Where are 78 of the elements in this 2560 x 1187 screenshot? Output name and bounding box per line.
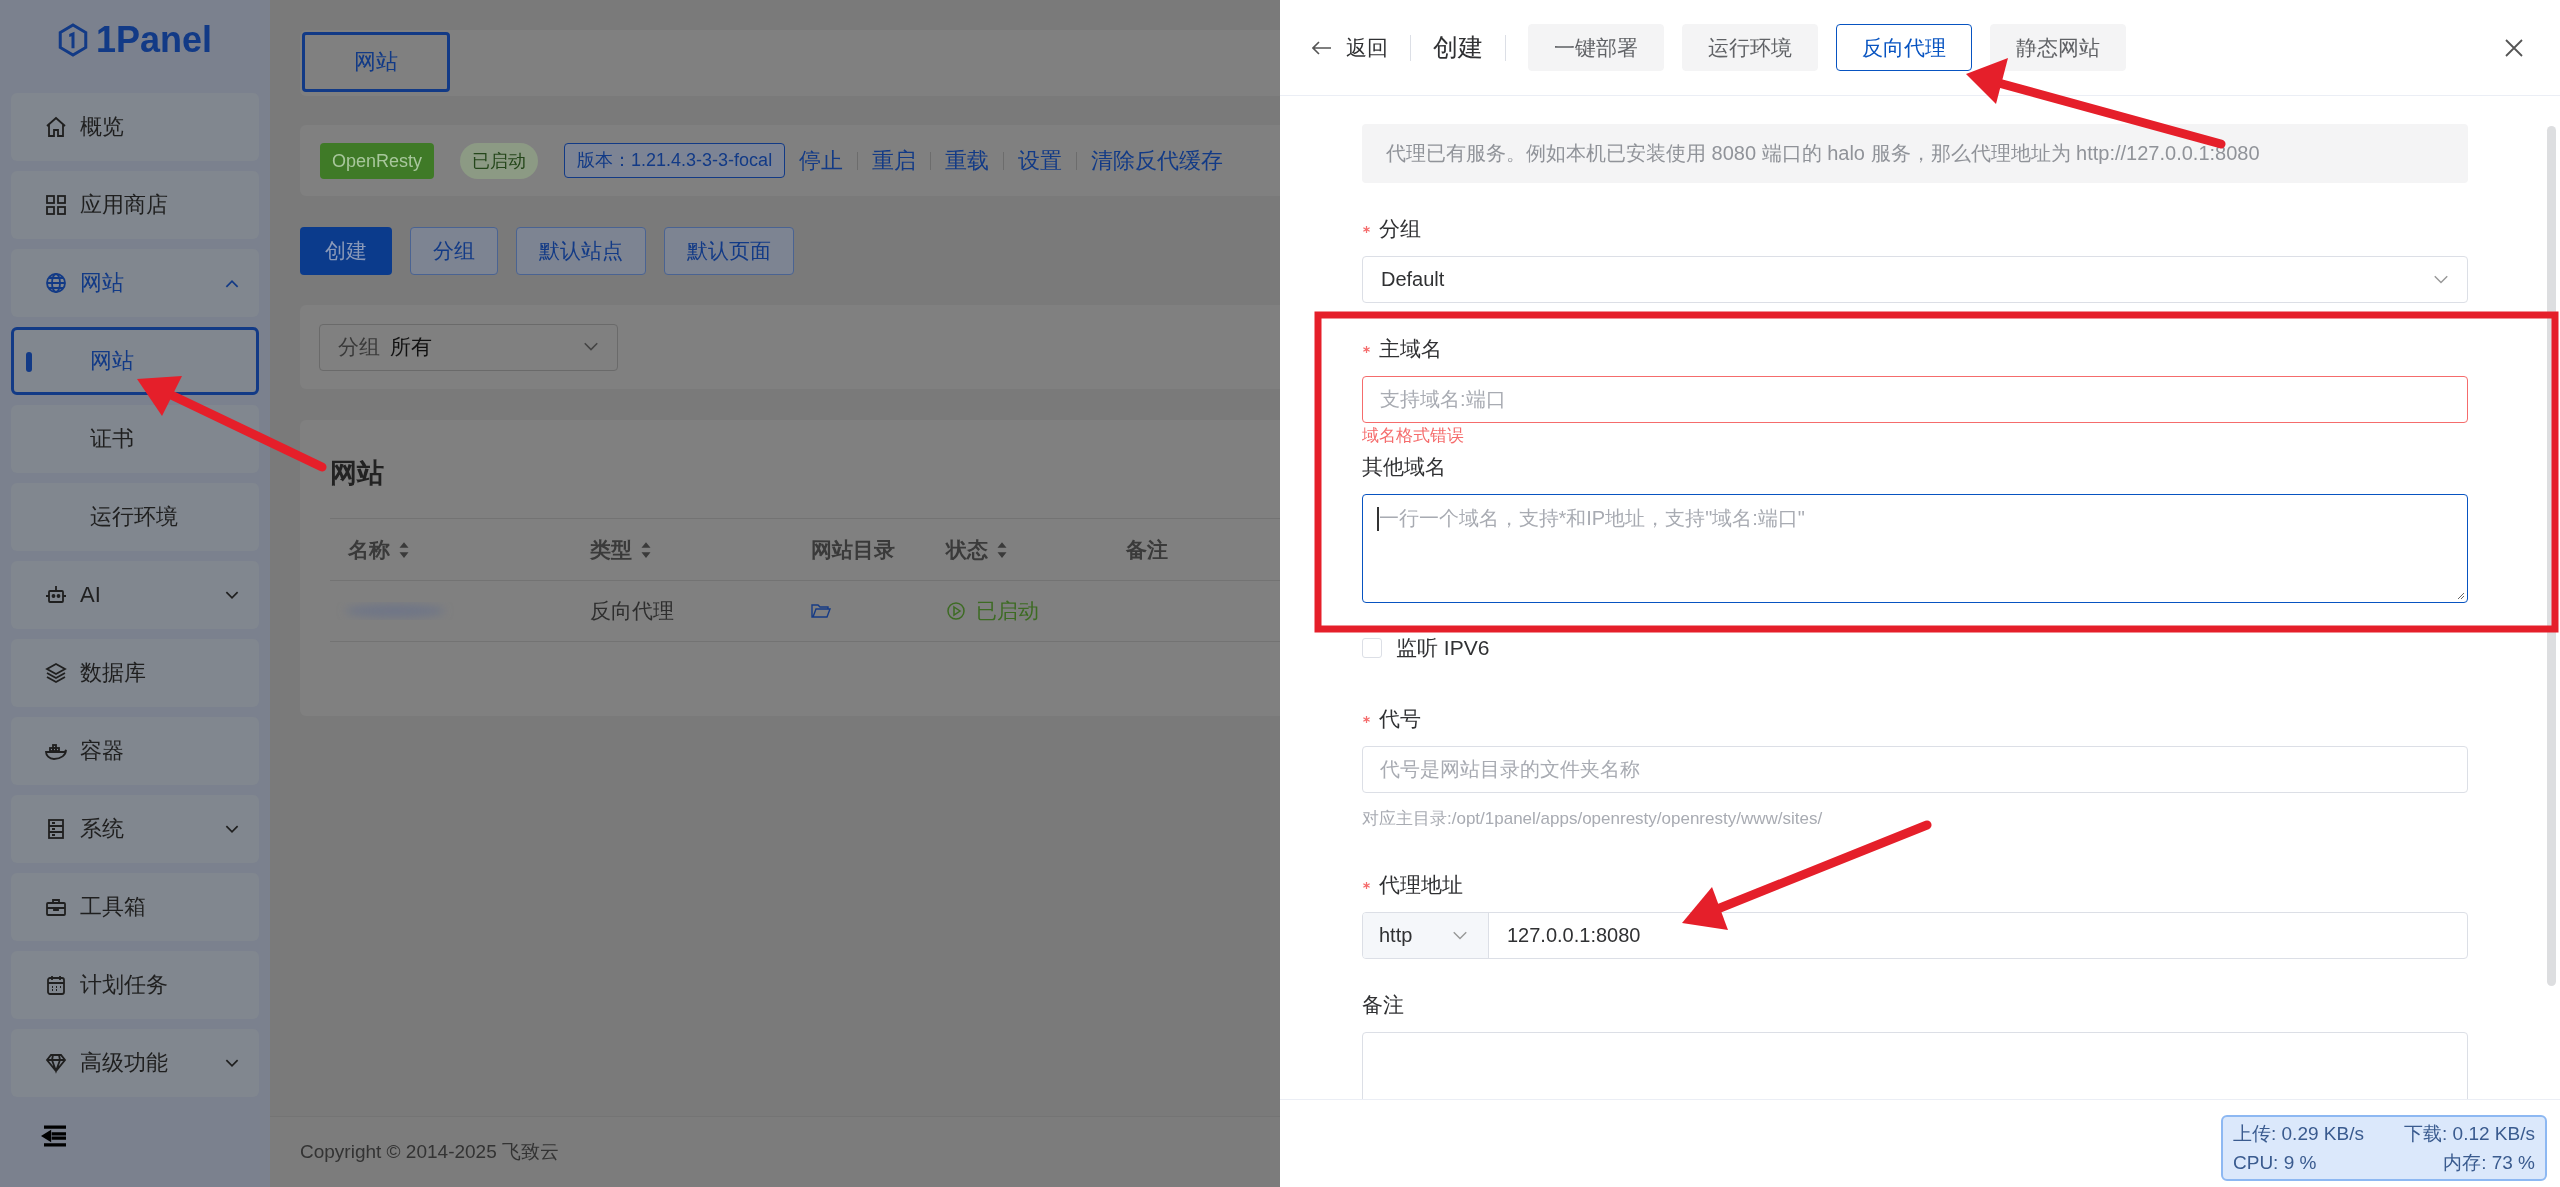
chevron-icon bbox=[2433, 274, 2449, 285]
cpu-usage: CPU: 9 % bbox=[2233, 1151, 2318, 1175]
info-alert: 代理已有服务。例如本机已安装使用 8080 端口的 halo 服务，那么代理地址为 http://127.0.0.1:8080 bbox=[1362, 124, 2468, 183]
sidebar-subitem[interactable]: 证书 bbox=[11, 405, 259, 473]
copyright-text: Copyright © 2014-2025 飞致云 bbox=[300, 1140, 559, 1164]
sidebar-item[interactable]: 工具箱 bbox=[11, 873, 259, 941]
sidebar-item[interactable]: 容器 bbox=[11, 717, 259, 785]
toolbar-button[interactable]: 分组 bbox=[410, 227, 498, 275]
group-select[interactable]: 分组 所有 bbox=[319, 323, 618, 371]
column-header[interactable]: 网站目录 bbox=[793, 519, 928, 580]
status-label: 已启动 bbox=[928, 581, 1108, 641]
proxy-address-field[interactable]: http 127.0.0.1:8080 bbox=[1362, 912, 2468, 959]
create-button[interactable]: 创建 bbox=[300, 227, 392, 275]
sidebar-item[interactable]: 网站 bbox=[11, 249, 259, 317]
home-icon bbox=[44, 115, 68, 139]
column-header[interactable]: 备注 bbox=[1108, 519, 1280, 580]
select-field[interactable]: Default bbox=[1362, 256, 2468, 303]
section-title: 网站 bbox=[330, 457, 385, 490]
chevron-icon bbox=[1452, 930, 1468, 941]
column-header[interactable]: 状态 bbox=[928, 519, 1108, 580]
logo-text: 1Panel bbox=[95, 19, 213, 61]
action-link[interactable]: 设置 bbox=[1018, 145, 1063, 176]
status-tag: 已启动 bbox=[460, 142, 539, 179]
calendar-icon bbox=[44, 973, 68, 997]
drawer-title: 创建 bbox=[1433, 32, 1483, 63]
sidebar-item[interactable]: 数据库 bbox=[11, 639, 259, 707]
play-icon bbox=[946, 601, 966, 621]
type-tab[interactable]: 运行环境 bbox=[1682, 24, 1818, 71]
app-tag: OpenResty bbox=[320, 142, 435, 179]
sort-icon bbox=[640, 540, 652, 559]
toolbar-button[interactable]: 默认站点 bbox=[516, 227, 646, 275]
diamond-icon bbox=[44, 1051, 68, 1075]
sidebar-item[interactable]: 应用商店 bbox=[11, 171, 259, 239]
action-link[interactable]: 停止 bbox=[799, 145, 844, 176]
input-field[interactable]: 支持域名:端口 bbox=[1362, 376, 2468, 423]
action-link[interactable]: 重载 bbox=[945, 145, 990, 176]
globe-icon bbox=[44, 271, 68, 295]
close-icon[interactable] bbox=[2504, 37, 2524, 58]
sidebar-item[interactable]: 高级功能 bbox=[11, 1029, 259, 1097]
type-tab[interactable]: 静态网站 bbox=[1990, 24, 2126, 71]
grid-icon bbox=[44, 193, 68, 217]
checkbox[interactable] bbox=[1362, 638, 1382, 658]
sidebar-item[interactable]: AI bbox=[11, 561, 259, 629]
download-speed: 下载: 0.12 KB/s bbox=[2404, 1122, 2535, 1146]
version-tag: 版本：1.21.4.3-3-3-focal bbox=[564, 143, 786, 178]
action-link[interactable]: 重启 bbox=[872, 145, 917, 176]
hint-text: 对应主目录:/opt/1panel/apps/openresty/openresty/www/sites/ bbox=[1362, 808, 1824, 830]
back-button[interactable]: 返回 bbox=[1312, 33, 1388, 62]
column-header[interactable]: 名称 bbox=[330, 519, 572, 580]
resize-grip-icon bbox=[2455, 590, 2465, 600]
sidebar-subitem[interactable]: 运行环境 bbox=[11, 483, 259, 551]
sort-icon bbox=[398, 540, 410, 559]
folder-icon[interactable] bbox=[811, 603, 831, 619]
scrollbar[interactable] bbox=[2547, 126, 2556, 986]
type-tab[interactable]: 反向代理 bbox=[1836, 24, 1972, 71]
column-header[interactable]: 类型 bbox=[572, 519, 793, 580]
layers-icon bbox=[44, 661, 68, 685]
action-link[interactable]: 清除反代缓存 bbox=[1091, 145, 1224, 176]
textarea-field[interactable]: 一行一个域名，支持*和IP地址，支持"域名:端口" bbox=[1362, 494, 2468, 603]
sidebar-item[interactable]: 概览 bbox=[11, 93, 259, 161]
field-label: 备注 bbox=[1362, 992, 1404, 1018]
page-tab[interactable]: 网站 bbox=[302, 32, 450, 92]
sort-icon bbox=[996, 540, 1008, 559]
table-cell-text: 反向代理 bbox=[590, 598, 674, 624]
menu-icon[interactable] bbox=[41, 1125, 69, 1147]
sidebar-item[interactable]: 系统 bbox=[11, 795, 259, 863]
back-arrow-icon bbox=[1312, 40, 1332, 55]
field-label: 其他域名 bbox=[1362, 454, 1446, 480]
toolbar-button[interactable]: 默认页面 bbox=[664, 227, 794, 275]
sidebar-subitem[interactable]: 网站 bbox=[11, 327, 259, 395]
memory-usage: 内存: 73 % bbox=[2442, 1151, 2535, 1175]
error-message: 域名格式错误 bbox=[1362, 425, 1465, 447]
upload-speed: 上传: 0.29 KB/s bbox=[2233, 1122, 2365, 1146]
logo-icon bbox=[57, 23, 88, 57]
sidebar-item[interactable]: 计划任务 bbox=[11, 951, 259, 1019]
type-tab[interactable]: 一键部署 bbox=[1528, 24, 1664, 71]
checkbox-label: 监听 IPV6 bbox=[1396, 635, 1490, 661]
chevron-icon bbox=[583, 342, 599, 352]
